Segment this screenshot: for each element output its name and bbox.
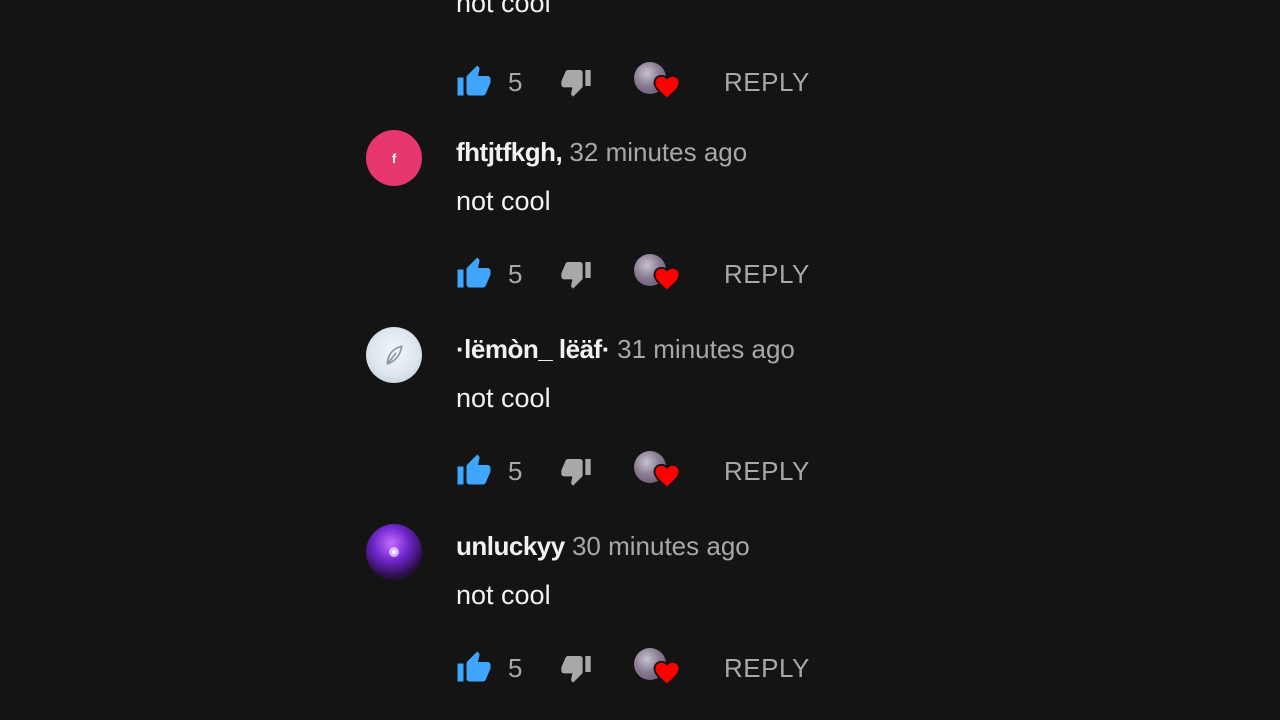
thumbs-down-icon xyxy=(561,70,591,97)
dislike-button[interactable] xyxy=(560,652,592,684)
comment-actions: 5 REPLY xyxy=(456,252,836,296)
thumbs-up-icon xyxy=(457,651,491,682)
comment-text: not cool xyxy=(456,383,551,413)
author-name[interactable]: ·lëmòn_ lëäf· xyxy=(456,334,610,364)
comment-header: fhtjtfkgh, 32 minutes ago xyxy=(456,134,747,170)
reply-button[interactable]: REPLY xyxy=(724,651,810,685)
comment-actions: 5 REPLY xyxy=(456,449,836,493)
like-count: 5 xyxy=(508,456,523,486)
creator-heart-badge xyxy=(634,449,684,495)
comment-text: not cool xyxy=(456,580,551,610)
comment-item: f fhtjtfkgh, 32 minutes ago not cool 5 R… xyxy=(366,130,966,327)
avatar[interactable]: f xyxy=(366,130,422,186)
reply-button[interactable]: REPLY xyxy=(724,65,810,99)
thumbs-up-icon xyxy=(457,65,491,96)
like-count: 5 xyxy=(508,67,523,97)
comment-item: ·lëmòn_ lëäf· 31 minutes ago not cool 5 … xyxy=(366,327,966,524)
author-name[interactable]: fhtjtfkgh, xyxy=(456,137,563,167)
dislike-button[interactable] xyxy=(560,455,592,487)
like-count: 5 xyxy=(508,259,523,289)
leaf-icon xyxy=(386,345,403,365)
reply-button[interactable]: REPLY xyxy=(724,257,810,291)
comments-panel: not cool 5 REPLY f fhtjtfkgh, 32 minutes… xyxy=(0,0,1280,720)
creator-heart-icon xyxy=(653,463,681,489)
creator-heart-badge xyxy=(634,252,684,298)
creator-heart-icon xyxy=(653,660,681,686)
dislike-button[interactable] xyxy=(560,258,592,290)
comment-header: unluckyy 30 minutes ago xyxy=(456,528,750,564)
comment-text: not cool xyxy=(456,186,551,216)
thumbs-up-icon xyxy=(457,257,491,288)
creator-heart-icon xyxy=(653,266,681,292)
like-count: 5 xyxy=(508,653,523,683)
comment-timestamp[interactable]: 30 minutes ago xyxy=(572,531,750,561)
sparkle-icon xyxy=(389,547,399,557)
avatar[interactable] xyxy=(366,524,422,580)
thumbs-down-icon xyxy=(561,459,591,486)
creator-heart-badge xyxy=(634,60,684,106)
comment-item: 5 REPLY xyxy=(366,0,966,135)
like-button[interactable] xyxy=(456,453,492,489)
like-button[interactable] xyxy=(456,256,492,292)
comment-actions: 5 REPLY xyxy=(456,646,836,690)
author-name[interactable]: unluckyy xyxy=(456,531,565,561)
thumbs-down-icon xyxy=(561,262,591,289)
thumbs-down-icon xyxy=(561,656,591,683)
like-button[interactable] xyxy=(456,650,492,686)
creator-heart-badge xyxy=(634,646,684,692)
comment-header: ·lëmòn_ lëäf· 31 minutes ago xyxy=(456,331,795,367)
comment-item: unluckyy 30 minutes ago not cool 5 REPLY xyxy=(366,524,966,720)
thumbs-up-icon xyxy=(457,454,491,485)
comment-timestamp[interactable]: 32 minutes ago xyxy=(569,137,747,167)
avatar[interactable] xyxy=(366,327,422,383)
dislike-button[interactable] xyxy=(560,66,592,98)
like-button[interactable] xyxy=(456,64,492,100)
reply-button[interactable]: REPLY xyxy=(724,454,810,488)
creator-heart-icon xyxy=(653,74,681,100)
comment-timestamp[interactable]: 31 minutes ago xyxy=(617,334,795,364)
avatar-letter: f xyxy=(391,150,397,166)
comment-actions: 5 REPLY xyxy=(456,60,836,104)
